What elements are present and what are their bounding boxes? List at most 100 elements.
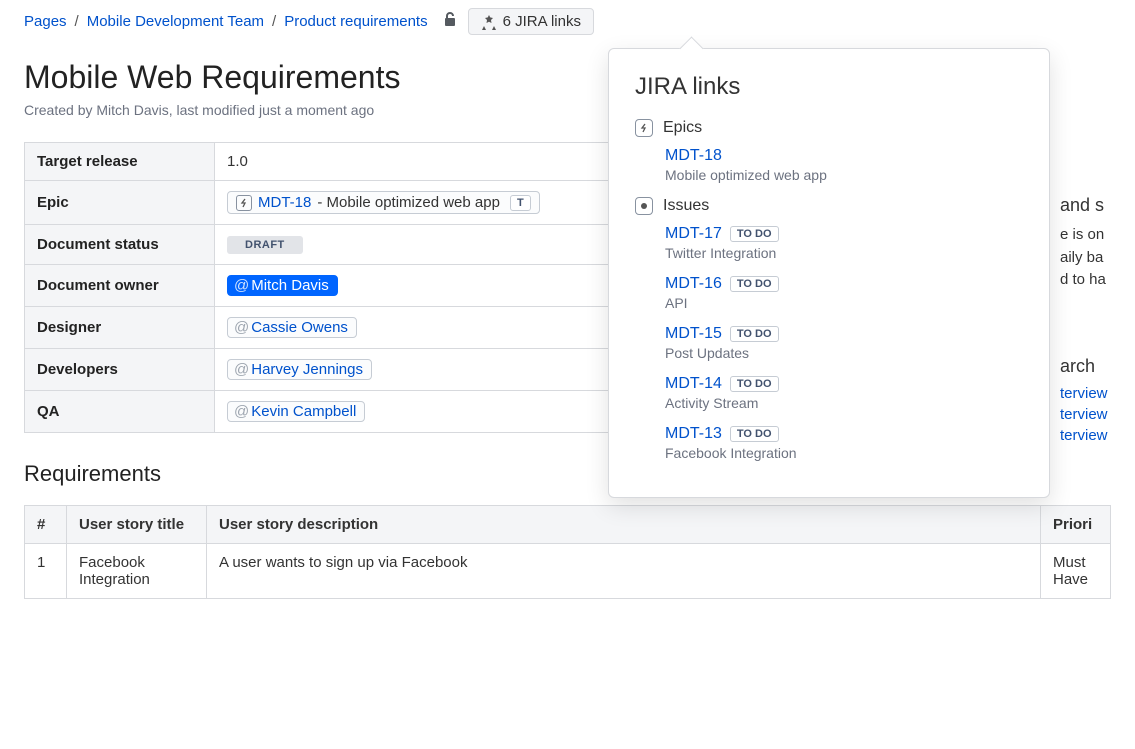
issue-key-link[interactable]: MDT-18 bbox=[665, 147, 722, 165]
top-bar: Pages / Mobile Development Team / Produc… bbox=[24, 8, 1111, 35]
issue-key-link[interactable]: MDT-15 bbox=[665, 325, 722, 343]
issue-status-badge: TO DO bbox=[730, 276, 779, 292]
col-num: # bbox=[25, 506, 67, 544]
cell-num: 1 bbox=[25, 544, 67, 599]
right-research-heading-fragment: arch bbox=[1060, 356, 1135, 377]
cell-title: Facebook Integration bbox=[67, 544, 207, 599]
mention-name: Mitch Davis bbox=[251, 277, 329, 294]
list-item: MDT-14 TO DO Activity Stream bbox=[665, 375, 1023, 411]
mention-name: Kevin Campbell bbox=[251, 403, 356, 420]
owner-mention[interactable]: @ Mitch Davis bbox=[227, 275, 338, 296]
table-header-row: # User story title User story descriptio… bbox=[25, 506, 1111, 544]
col-title: User story title bbox=[67, 506, 207, 544]
right-heading-fragment: and s bbox=[1060, 195, 1135, 216]
right-paragraph-fragment: e is on aily ba d to ha bbox=[1060, 224, 1135, 292]
issue-key-link[interactable]: MDT-13 bbox=[665, 425, 722, 443]
meta-label: Developers bbox=[25, 349, 215, 391]
jira-links-popover: JIRA links Epics MDT-18 Mobile optimized… bbox=[608, 48, 1050, 498]
list-item: MDT-15 TO DO Post Updates bbox=[665, 325, 1023, 361]
right-link[interactable]: terview bbox=[1060, 427, 1135, 444]
jira-links-icon bbox=[481, 14, 497, 30]
at-icon: @ bbox=[234, 403, 249, 420]
issue-status-badge: TO DO bbox=[730, 326, 779, 342]
issue-summary: Activity Stream bbox=[665, 395, 1023, 411]
meta-label: Designer bbox=[25, 307, 215, 349]
popover-issues-label: Issues bbox=[663, 197, 709, 215]
epic-key[interactable]: MDT-18 bbox=[258, 194, 311, 211]
requirements-table: # User story title User story descriptio… bbox=[24, 505, 1111, 599]
at-icon: @ bbox=[234, 361, 249, 378]
right-link[interactable]: terview bbox=[1060, 385, 1135, 402]
issue-summary: Post Updates bbox=[665, 345, 1023, 361]
mention-name: Cassie Owens bbox=[251, 319, 348, 336]
col-priority: Priori bbox=[1041, 506, 1111, 544]
popover-epics-header: Epics bbox=[635, 119, 1023, 137]
meta-label: Document owner bbox=[25, 265, 215, 307]
meta-value: MDT-18 - Mobile optimized web app T bbox=[215, 181, 624, 225]
list-item: MDT-18 Mobile optimized web app bbox=[665, 147, 1023, 183]
issue-summary: Facebook Integration bbox=[665, 445, 1023, 461]
meta-value: 1.0 bbox=[215, 143, 624, 181]
at-icon: @ bbox=[234, 277, 249, 294]
meta-value: @ Harvey Jennings bbox=[215, 349, 624, 391]
popover-issues-header: Issues bbox=[635, 197, 1023, 215]
at-icon: @ bbox=[234, 319, 249, 336]
issue-summary: API bbox=[665, 295, 1023, 311]
breadcrumb-sep: / bbox=[75, 12, 79, 32]
jira-links-label: 6 JIRA links bbox=[503, 13, 581, 30]
right-column-fragment: and s e is on aily ba d to ha arch tervi… bbox=[1060, 195, 1135, 444]
issue-type-icon bbox=[635, 197, 653, 215]
mention-name: Harvey Jennings bbox=[251, 361, 363, 378]
status-badge: DRAFT bbox=[227, 236, 303, 254]
designer-mention[interactable]: @ Cassie Owens bbox=[227, 317, 357, 338]
breadcrumb: Pages / Mobile Development Team / Produc… bbox=[24, 12, 428, 32]
developer-mention[interactable]: @ Harvey Jennings bbox=[227, 359, 372, 380]
issue-key-link[interactable]: MDT-17 bbox=[665, 225, 722, 243]
breadcrumb-parent[interactable]: Product requirements bbox=[284, 12, 427, 32]
epic-issue-pill[interactable]: MDT-18 - Mobile optimized web app T bbox=[227, 191, 540, 214]
issue-key-link[interactable]: MDT-16 bbox=[665, 275, 722, 293]
meta-row-status: Document status DRAFT bbox=[25, 225, 624, 265]
jira-links-button[interactable]: 6 JIRA links bbox=[468, 8, 594, 35]
issue-status-badge: TO DO bbox=[730, 376, 779, 392]
meta-row-target-release: Target release 1.0 bbox=[25, 143, 624, 181]
meta-row-qa: QA @ Kevin Campbell bbox=[25, 391, 624, 433]
list-item: MDT-17 TO DO Twitter Integration bbox=[665, 225, 1023, 261]
meta-table: Target release 1.0 Epic MDT-18 - Mobile … bbox=[24, 142, 624, 433]
meta-label: Epic bbox=[25, 181, 215, 225]
epic-summary: - Mobile optimized web app bbox=[317, 194, 500, 211]
epic-status-trailing: T bbox=[510, 195, 531, 211]
cell-priority: Must Have bbox=[1041, 544, 1111, 599]
meta-row-designer: Designer @ Cassie Owens bbox=[25, 307, 624, 349]
meta-label: Document status bbox=[25, 225, 215, 265]
epic-type-icon bbox=[635, 119, 653, 137]
lock-icon[interactable] bbox=[442, 11, 458, 33]
issue-summary: Twitter Integration bbox=[665, 245, 1023, 261]
epic-icon bbox=[236, 195, 252, 211]
meta-row-owner: Document owner @ Mitch Davis bbox=[25, 265, 624, 307]
col-desc: User story description bbox=[207, 506, 1041, 544]
breadcrumb-sep: / bbox=[272, 12, 276, 32]
issue-status-badge: TO DO bbox=[730, 226, 779, 242]
breadcrumb-space[interactable]: Mobile Development Team bbox=[87, 12, 264, 32]
qa-mention[interactable]: @ Kevin Campbell bbox=[227, 401, 365, 422]
meta-value: @ Cassie Owens bbox=[215, 307, 624, 349]
meta-value: @ Mitch Davis bbox=[215, 265, 624, 307]
meta-label: QA bbox=[25, 391, 215, 433]
popover-epics-label: Epics bbox=[663, 119, 702, 137]
right-link[interactable]: terview bbox=[1060, 406, 1135, 423]
list-item: MDT-13 TO DO Facebook Integration bbox=[665, 425, 1023, 461]
issue-key-link[interactable]: MDT-14 bbox=[665, 375, 722, 393]
issue-summary: Mobile optimized web app bbox=[665, 167, 1023, 183]
meta-value: @ Kevin Campbell bbox=[215, 391, 624, 433]
table-row: 1 Facebook Integration A user wants to s… bbox=[25, 544, 1111, 599]
issue-status-badge: TO DO bbox=[730, 426, 779, 442]
meta-row-epic: Epic MDT-18 - Mobile optimized web app T bbox=[25, 181, 624, 225]
popover-epics-section: Epics MDT-18 Mobile optimized web app bbox=[635, 119, 1023, 183]
popover-issues-section: Issues MDT-17 TO DO Twitter Integration … bbox=[635, 197, 1023, 461]
breadcrumb-pages[interactable]: Pages bbox=[24, 12, 67, 32]
popover-epics-list: MDT-18 Mobile optimized web app bbox=[665, 147, 1023, 183]
meta-row-developers: Developers @ Harvey Jennings bbox=[25, 349, 624, 391]
popover-title: JIRA links bbox=[635, 73, 1023, 101]
popover-issues-list: MDT-17 TO DO Twitter Integration MDT-16 … bbox=[665, 225, 1023, 461]
